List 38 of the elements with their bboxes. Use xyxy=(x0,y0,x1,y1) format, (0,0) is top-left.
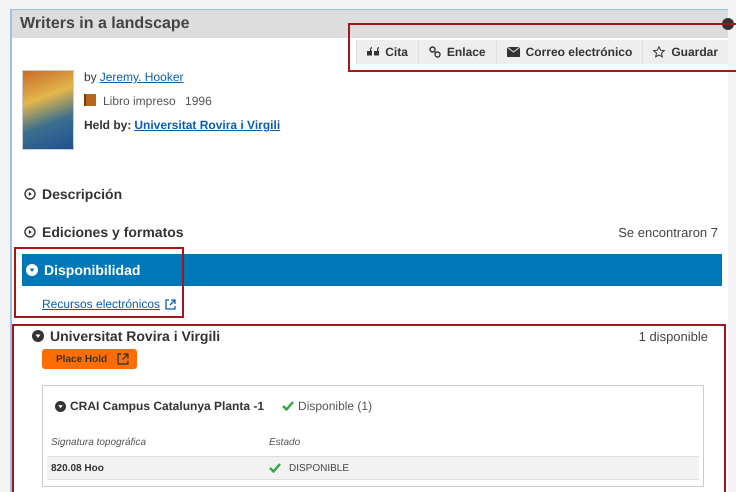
column-header: Estado xyxy=(269,436,302,448)
section-header[interactable]: Ediciones y formatos Se encontraron 7 xyxy=(22,216,722,248)
record-title: Writers in a landscape xyxy=(20,15,190,33)
item-status: DISPONIBLE xyxy=(289,462,350,474)
toolbar-button[interactable]: Correo electrónico xyxy=(496,40,642,64)
held-by-label: Held by: xyxy=(84,118,132,132)
author-prefix: by xyxy=(84,70,97,84)
library-link[interactable]: Universitat Rovira i Virgili xyxy=(134,118,280,132)
toolbar-button[interactable]: Enlace xyxy=(418,40,496,64)
column-header: Signatura topográfica xyxy=(51,436,148,448)
play-icon xyxy=(24,188,36,200)
star-icon xyxy=(653,46,666,58)
envelope-icon xyxy=(506,47,520,57)
year-label: 1996 xyxy=(185,94,212,108)
author-link[interactable]: Jeremy. Hooker xyxy=(100,70,184,84)
play-icon xyxy=(24,226,36,238)
format-label: Libro impreso xyxy=(103,94,176,108)
location-status: Disponible (1) xyxy=(298,399,372,413)
place-hold-button[interactable]: Place Hold xyxy=(42,349,138,369)
down-caret-icon xyxy=(26,264,38,276)
close-icon[interactable] xyxy=(722,18,734,30)
external-link-icon xyxy=(117,353,130,365)
quote-icon xyxy=(367,47,380,57)
check-icon xyxy=(282,401,294,411)
section-header[interactable]: Disponibilidad xyxy=(22,254,722,286)
call-number: 820.08 Hoo xyxy=(51,462,105,474)
availability-count: 1 disponible xyxy=(638,328,709,344)
toolbar-button[interactable]: Guardar xyxy=(642,40,728,64)
toolbar-button[interactable]: Cita xyxy=(356,40,418,64)
editions-count: Se encontraron 7 xyxy=(618,224,719,240)
book-icon xyxy=(84,94,96,106)
section-header[interactable]: Descripción xyxy=(22,178,722,210)
link-icon xyxy=(428,46,441,58)
library-name: Universitat Rovira i Virgili xyxy=(50,328,220,344)
check-icon xyxy=(269,463,281,473)
electronic-resources-link[interactable]: Recursos electrónicos xyxy=(42,297,160,311)
location-name: CRAI Campus Catalunya Planta -1 xyxy=(70,399,264,413)
external-link-icon xyxy=(165,298,176,310)
